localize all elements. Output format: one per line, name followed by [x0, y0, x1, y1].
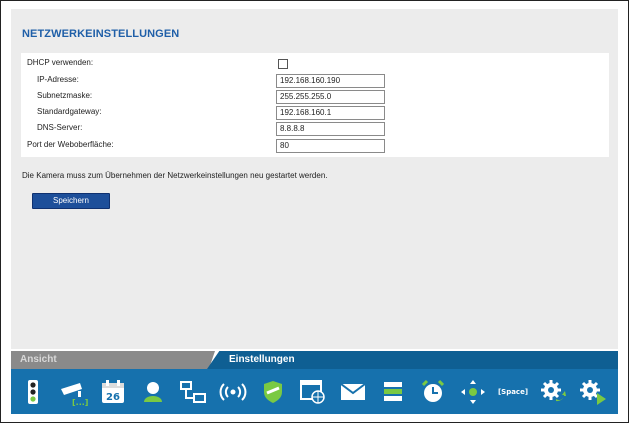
restart-note: Die Kamera muss zum Übernehmen der Netzw…: [22, 171, 328, 180]
dhcp-row: DHCP verwenden:: [21, 57, 609, 72]
svg-text:[...]: [...]: [72, 398, 88, 407]
dns-server-input[interactable]: 8.8.8.8: [276, 122, 385, 136]
subnet-label: Subnetzmaske:: [37, 91, 93, 100]
dns-label: DNS-Server:: [37, 123, 83, 132]
ptz-icon[interactable]: [455, 369, 491, 414]
dhcp-label: DHCP verwenden:: [27, 58, 94, 67]
network-icon[interactable]: [175, 369, 211, 414]
dhcp-checkbox[interactable]: [278, 59, 288, 69]
storage-icon[interactable]: [375, 369, 411, 414]
camera-icon[interactable]: [...]: [55, 369, 91, 414]
calendar-icon[interactable]: 26: [95, 369, 131, 414]
space-label: [Space]: [497, 387, 529, 396]
shield-icon[interactable]: [255, 369, 291, 414]
space-icon[interactable]: [Space]: [495, 369, 531, 414]
traffic-light-icon[interactable]: [15, 369, 51, 414]
web-port-input[interactable]: 80: [276, 139, 385, 153]
ip-address-input[interactable]: 192.168.160.190: [276, 74, 385, 88]
mail-icon[interactable]: [335, 369, 371, 414]
ip-label: IP-Adresse:: [37, 75, 79, 84]
dns-row: DNS-Server: 8.8.8.8: [21, 122, 609, 137]
tab-einstellungen[interactable]: Einstellungen: [207, 351, 618, 369]
calendar-day: 26: [106, 392, 120, 403]
view-tabs: Ansicht Einstellungen: [11, 351, 618, 369]
page-title: NETZWERKEINSTELLUNGEN: [22, 28, 180, 40]
gateway-row: Standardgateway: 192.168.160.1: [21, 106, 609, 121]
ip-row: IP-Adresse: 192.168.160.190: [21, 74, 609, 89]
save-button[interactable]: Speichern: [32, 193, 110, 209]
port-row: Port der Weboberfläche: 80: [21, 139, 609, 154]
settings-panel: NETZWERKEINSTELLUNGEN DHCP verwenden: IP…: [11, 9, 618, 349]
alarm-clock-icon[interactable]: [415, 369, 451, 414]
wireless-icon[interactable]: [215, 369, 251, 414]
tab-ansicht[interactable]: Ansicht: [11, 351, 215, 369]
port-label: Port der Weboberfläche:: [27, 140, 114, 149]
network-settings-form: DHCP verwenden: IP-Adresse: 192.168.160.…: [21, 53, 609, 157]
app-frame: NETZWERKEINSTELLUNGEN DHCP verwenden: IP…: [0, 0, 629, 423]
subnet-row: Subnetzmaske: 255.255.255.0: [21, 90, 609, 105]
gateway-label: Standardgateway:: [37, 107, 102, 116]
user-icon[interactable]: [135, 369, 171, 414]
subnet-mask-input[interactable]: 255.255.255.0: [276, 90, 385, 104]
gear-play-icon[interactable]: [575, 369, 611, 414]
gear-arrow-icon[interactable]: [535, 369, 571, 414]
settings-toolbar: [...] 26 [Space]: [11, 369, 618, 414]
web-icon[interactable]: [295, 369, 331, 414]
gateway-input[interactable]: 192.168.160.1: [276, 106, 385, 120]
